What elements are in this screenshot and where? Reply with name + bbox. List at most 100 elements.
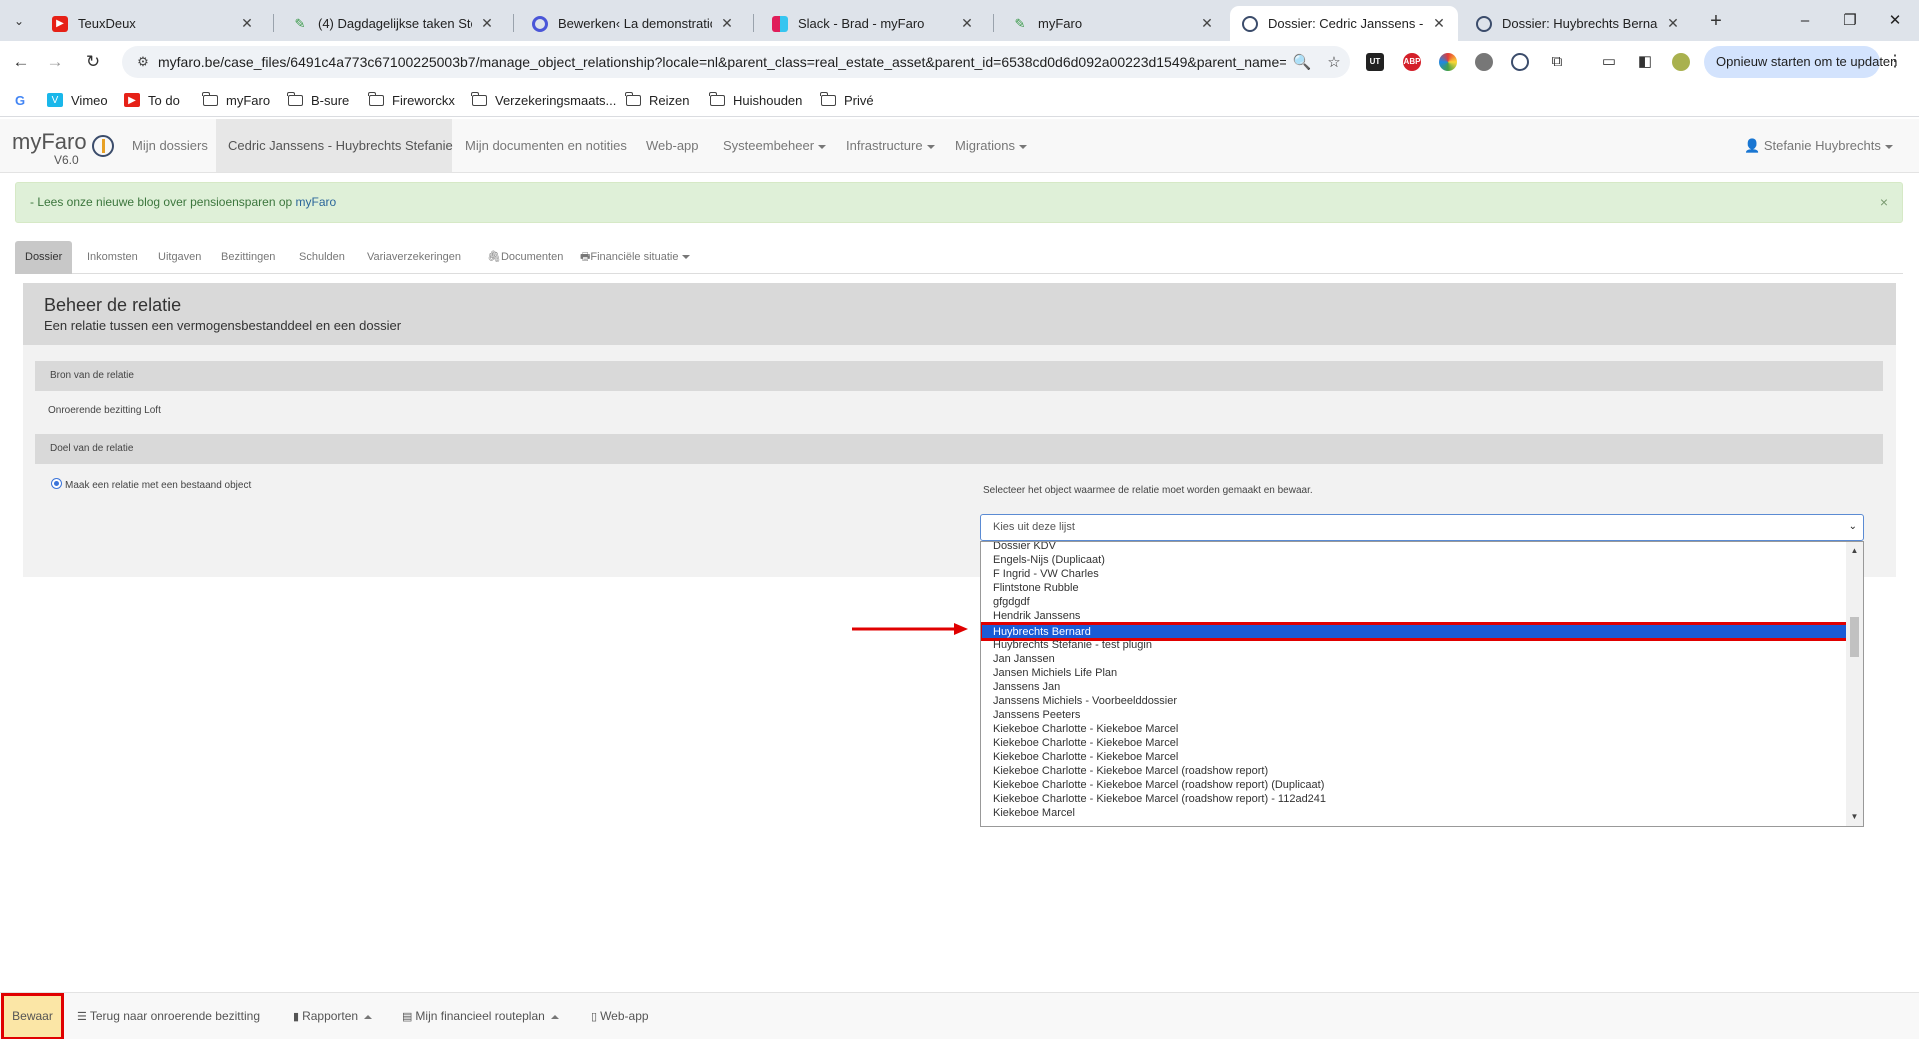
- bookmark-folder-fireworckx[interactable]: Fireworckx: [367, 91, 455, 109]
- restore-button[interactable]: ❐: [1830, 8, 1870, 34]
- browser-tab[interactable]: Slack - Brad - myFaro ✕: [760, 6, 986, 41]
- address-bar[interactable]: ⚙ myfaro.be/case_files/6491c4a773c671002…: [122, 46, 1350, 78]
- tab-close-icon[interactable]: ✕: [1198, 15, 1216, 32]
- list-item[interactable]: Kiekeboe Charlotte - Kiekeboe Marcel: [993, 722, 1178, 736]
- list-item[interactable]: Huybrechts Stefanie - test plugin: [993, 638, 1152, 652]
- tab-close-icon[interactable]: ✕: [718, 15, 736, 32]
- existing-object-radio[interactable]: [51, 478, 62, 489]
- tab-close-icon[interactable]: ✕: [1430, 15, 1448, 32]
- object-select[interactable]: Kies uit deze lijst ⌄: [980, 514, 1864, 541]
- browser-menu-icon[interactable]: ⋮: [1884, 49, 1906, 75]
- zoom-icon[interactable]: 🔍: [1286, 53, 1318, 71]
- nav-infrastructure[interactable]: Infrastructure: [834, 119, 947, 172]
- bookmark-folder-reizen[interactable]: Reizen: [624, 91, 689, 109]
- subtab-variaverzekeringen[interactable]: Variaverzekeringen: [357, 241, 471, 274]
- ut-extension-icon[interactable]: UT: [1366, 53, 1384, 71]
- bookmark-todo[interactable]: ▶ To do: [124, 91, 180, 109]
- reports-menu[interactable]: ▮ Rapporten: [293, 993, 373, 1039]
- bookmark-folder-prive[interactable]: Privé: [819, 91, 874, 109]
- bookmark-folder-huishouden[interactable]: Huishouden: [708, 91, 802, 109]
- list-item[interactable]: Kiekeboe Charlotte - Kiekeboe Marcel (ro…: [993, 778, 1324, 792]
- list-item[interactable]: Jan Janssen: [993, 652, 1055, 666]
- brand-logo[interactable]: myFaro V6.0: [12, 129, 87, 167]
- save-button[interactable]: Bewaar: [1, 993, 64, 1039]
- url-text[interactable]: myfaro.be/case_files/6491c4a773c67100225…: [158, 54, 1286, 70]
- list-item[interactable]: Flintstone Rubble: [993, 581, 1079, 595]
- routeplan-menu[interactable]: ▤ Mijn financieel routeplan: [402, 993, 559, 1039]
- browser-tab[interactable]: ▶ TeuxDeux ✕: [40, 6, 266, 41]
- list-item[interactable]: Kiekeboe Charlotte - Kiekeboe Marcel: [993, 750, 1178, 764]
- tab-search-chevron-icon[interactable]: ⌄: [6, 8, 32, 34]
- tab-close-icon[interactable]: ✕: [478, 15, 496, 32]
- forward-arrow-icon[interactable]: →: [42, 49, 68, 75]
- extensions-puzzle-icon[interactable]: ⧉: [1546, 51, 1568, 73]
- browser-tab[interactable]: ✎ myFaro ✕: [1000, 6, 1226, 41]
- list-item[interactable]: Kiekeboe Charlotte - Kiekeboe Marcel: [993, 736, 1178, 750]
- list-item[interactable]: Kiekeboe Marcel: [993, 806, 1075, 820]
- nav-current-dossier[interactable]: Cedric Janssens - Huybrechts Stefanie: [216, 119, 453, 172]
- close-window-button[interactable]: ✕: [1875, 8, 1915, 34]
- back-arrow-icon[interactable]: ←: [8, 49, 34, 75]
- alert-link[interactable]: myFaro: [296, 195, 337, 209]
- nav-my-dossiers[interactable]: Mijn dossiers: [120, 119, 220, 172]
- browser-tab-active[interactable]: Dossier: Cedric Janssens - Huyb ✕: [1230, 6, 1458, 41]
- radio-label[interactable]: Maak een relatie met een bestaand object: [65, 480, 251, 491]
- browser-tab[interactable]: Dossier: Huybrechts Bernard ✕: [1464, 6, 1692, 41]
- side-panel-icon[interactable]: ◧: [1634, 51, 1656, 73]
- scroll-down-icon[interactable]: ▼: [1846, 810, 1863, 824]
- site-info-icon[interactable]: ⚙: [128, 54, 158, 70]
- list-item[interactable]: Kiekeboe Charlotte - Kiekeboe Marcel (ro…: [993, 764, 1268, 778]
- minimize-button[interactable]: –: [1785, 8, 1825, 34]
- adblock-extension-icon[interactable]: ABP: [1403, 53, 1421, 71]
- extension-icon[interactable]: [1475, 53, 1493, 71]
- pen-icon: ✎: [294, 15, 306, 31]
- color-picker-extension-icon[interactable]: [1439, 53, 1457, 71]
- new-tab-button[interactable]: +: [1703, 9, 1729, 35]
- list-item[interactable]: F Ingrid - VW Charles: [993, 567, 1099, 581]
- bookmark-star-icon[interactable]: ☆: [1318, 53, 1350, 71]
- alert-close-icon[interactable]: ×: [1880, 183, 1888, 222]
- tab-close-icon[interactable]: ✕: [958, 15, 976, 32]
- list-item[interactable]: Jansen Michiels Life Plan: [993, 666, 1117, 680]
- list-item[interactable]: Janssens Peeters: [993, 708, 1080, 722]
- scrollbar-thumb[interactable]: [1850, 617, 1859, 657]
- tab-close-icon[interactable]: ✕: [238, 15, 256, 32]
- nav-migrations[interactable]: Migrations: [943, 119, 1039, 172]
- bookmark-folder-verzekeringsmaats[interactable]: Verzekeringsmaats...: [470, 91, 616, 109]
- subtab-uitgaven[interactable]: Uitgaven: [148, 241, 211, 274]
- subtab-documenten[interactable]: 🖇Documenten: [477, 241, 573, 274]
- subtab-inkomsten[interactable]: Inkomsten: [77, 241, 148, 274]
- cast-icon[interactable]: ▭: [1598, 51, 1620, 73]
- object-dropdown-list[interactable]: Dossier KDV Engels-Nijs (Duplicaat) F In…: [980, 541, 1864, 827]
- list-item[interactable]: Kiekeboe Charlotte - Kiekeboe Marcel (ro…: [993, 792, 1326, 806]
- browser-tab[interactable]: Bewerken‹ La demonstration de ✕: [520, 6, 746, 41]
- bookmark-vimeo[interactable]: V Vimeo: [47, 91, 108, 109]
- list-item[interactable]: Hendrik Janssens: [993, 609, 1080, 623]
- bookmark-google[interactable]: G: [12, 91, 36, 109]
- update-browser-button[interactable]: Opnieuw starten om te updaten: [1704, 46, 1897, 78]
- nav-my-documents[interactable]: Mijn documenten en notities: [453, 119, 639, 172]
- subtab-dossier[interactable]: Dossier: [15, 241, 73, 274]
- list-item[interactable]: Janssens Michiels - Voorbeelddossier: [993, 694, 1177, 708]
- subtab-bezittingen[interactable]: Bezittingen: [211, 241, 285, 274]
- browser-tab[interactable]: ✎ (4) Dagdagelijkse taken Stefanie ✕: [280, 6, 506, 41]
- faro-extension-icon[interactable]: [1511, 53, 1529, 71]
- back-to-asset-link[interactable]: ☰ Terug naar onroerende bezitting: [77, 993, 260, 1039]
- nav-systeembeheer[interactable]: Systeembeheer: [711, 119, 838, 172]
- list-item[interactable]: Dossier KDV: [993, 542, 1056, 553]
- subtab-schulden[interactable]: Schulden: [289, 241, 355, 274]
- nav-user-menu[interactable]: 👤 Stefanie Huybrechts: [1732, 119, 1905, 172]
- reload-icon[interactable]: ↻: [80, 49, 106, 75]
- webapp-link[interactable]: ▯ Web-app: [591, 993, 649, 1039]
- dropdown-scrollbar[interactable]: ▲ ▼: [1846, 542, 1863, 826]
- bookmark-folder-myfaro[interactable]: myFaro: [201, 91, 270, 109]
- scroll-up-icon[interactable]: ▲: [1846, 544, 1863, 558]
- tab-close-icon[interactable]: ✕: [1664, 15, 1682, 32]
- list-item[interactable]: Janssens Jan: [993, 680, 1060, 694]
- list-item[interactable]: gfgdgdf: [993, 595, 1030, 609]
- profile-avatar[interactable]: [1672, 53, 1690, 71]
- bookmark-folder-bsure[interactable]: B-sure: [286, 91, 349, 109]
- subtab-financiele-situatie[interactable]: 🖶Financiële situatie: [570, 241, 700, 274]
- list-item[interactable]: Engels-Nijs (Duplicaat): [993, 553, 1105, 567]
- nav-web-app[interactable]: Web-app: [634, 119, 711, 172]
